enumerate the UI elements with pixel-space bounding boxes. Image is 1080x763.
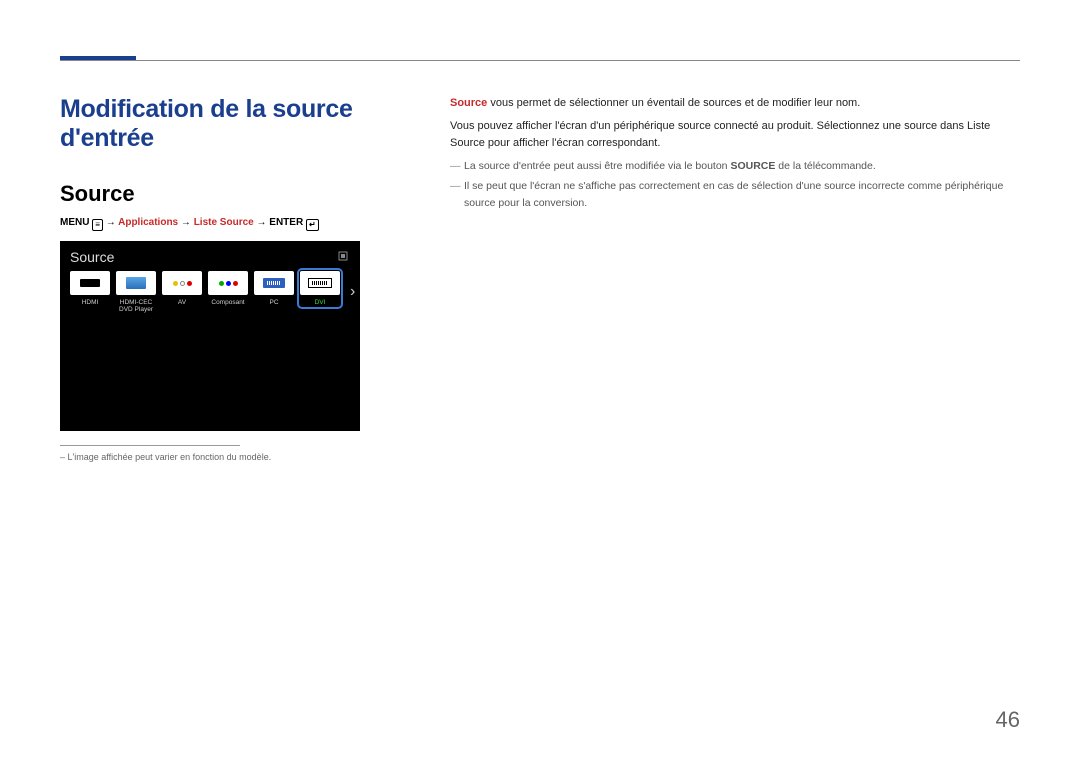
pc-icon <box>254 271 294 295</box>
menu-icon <box>92 219 103 231</box>
arrow: → <box>181 217 191 228</box>
tools-icon[interactable] <box>338 251 348 261</box>
footnote: – L'image affichée peut varier en foncti… <box>60 452 400 462</box>
source-label: DVI <box>300 299 340 306</box>
page-number: 46 <box>996 707 1020 733</box>
arrow: → <box>257 217 267 228</box>
source-label-inline: Source <box>450 97 487 109</box>
body-text: Source vous permet de sélectionner un év… <box>450 95 1020 462</box>
enter-icon <box>306 219 319 231</box>
footnote-rule <box>60 445 240 446</box>
path-liste-source: Liste Source <box>194 217 254 228</box>
source-items: HDMI HDMI-CEC DVD Player AV <box>70 271 350 313</box>
p2: Vous pouvez afficher l'écran d'un périph… <box>450 118 1020 152</box>
path-applications: Applications <box>118 217 178 228</box>
accent-bar <box>60 56 136 60</box>
source-label: HDMI-CEC DVD Player <box>116 299 156 313</box>
arrow: → <box>106 217 116 228</box>
menu-path: MENU → Applications → Liste Source → ENT… <box>60 217 400 231</box>
page-title: Modification de la source d'entrée <box>60 95 400 153</box>
enter-label: ENTER <box>269 217 303 228</box>
composant-icon <box>208 271 248 295</box>
source-item-dvi[interactable]: DVI <box>300 271 340 306</box>
chevron-right-icon[interactable]: › <box>350 283 355 301</box>
source-label: HDMI <box>70 299 110 306</box>
source-item-hdmi-cec[interactable]: HDMI-CEC DVD Player <box>116 271 156 313</box>
source-panel-title: Source <box>70 249 350 265</box>
p1-rest: vous permet de sélectionner un éventail … <box>487 97 860 109</box>
av-icon <box>162 271 202 295</box>
source-label: PC <box>254 299 294 306</box>
source-item-av[interactable]: AV <box>162 271 202 306</box>
source-item-hdmi[interactable]: HDMI <box>70 271 110 306</box>
hdmi-icon <box>70 271 110 295</box>
source-item-pc[interactable]: PC <box>254 271 294 306</box>
source-label: Composant <box>208 299 248 306</box>
source-item-composant[interactable]: Composant <box>208 271 248 306</box>
menu-label: MENU <box>60 217 89 228</box>
hdmi-cec-icon <box>116 271 156 295</box>
note-2: Il se peut que l'écran ne s'affiche pas … <box>464 178 1020 211</box>
dvi-icon <box>300 271 340 295</box>
top-rule <box>60 60 1020 61</box>
source-panel: Source HDMI HDMI-CEC DVD Player <box>60 241 360 431</box>
section-title: Source <box>60 181 400 207</box>
source-label: AV <box>162 299 202 306</box>
note-1: La source d'entrée peut aussi être modif… <box>464 158 1020 174</box>
